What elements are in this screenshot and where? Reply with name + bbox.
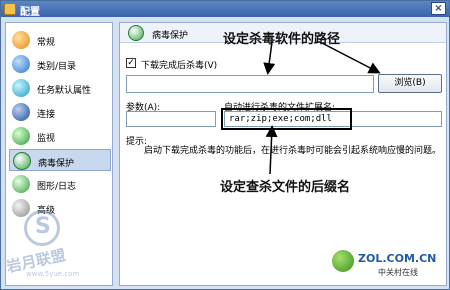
zol-branding: ZOL.COM.CN 中关村在线 xyxy=(332,250,444,284)
arrow-to-extensions xyxy=(265,125,278,175)
watermark-url: www.5yue.com xyxy=(26,270,80,278)
watermark-logo-letter: S xyxy=(35,214,51,239)
watermark: S 岩月联盟 www.5yue.com xyxy=(5,192,102,284)
zol-logo-icon xyxy=(332,250,354,272)
zol-name: ZOL.COM.CN xyxy=(358,252,437,265)
zol-subtitle: 中关村在线 xyxy=(378,268,418,277)
annotation-path-note: 设定杀毒软件的路径 xyxy=(223,32,341,47)
annotation-ext-note: 设定查杀文件的后缀名 xyxy=(220,180,351,195)
